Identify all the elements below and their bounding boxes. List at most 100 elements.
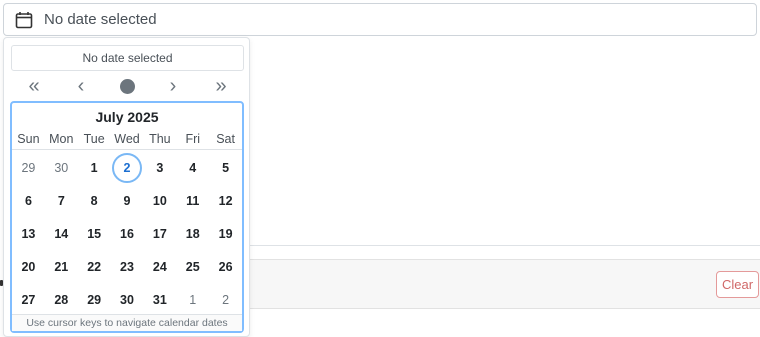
calendar-day-label: 11 — [186, 193, 200, 208]
calendar-day[interactable]: 29 — [12, 151, 45, 184]
weekday-label: Sun — [17, 132, 40, 146]
calendar-day[interactable]: 10 — [143, 184, 176, 217]
calendar-day-label: 31 — [152, 292, 167, 307]
calendar-day-label: 1 — [189, 292, 197, 307]
calendar-day-label: 30 — [54, 160, 69, 175]
current-month-button[interactable] — [112, 75, 142, 97]
calendar-day[interactable]: 2 — [209, 283, 242, 316]
calendar-day-label: 6 — [24, 193, 32, 208]
calendar-day-label: 28 — [54, 292, 69, 307]
calendar-day-label: 24 — [152, 259, 167, 274]
calendar-day[interactable]: 11 — [176, 184, 209, 217]
calendar-day-label: 26 — [218, 259, 233, 274]
calendar-day[interactable]: 15 — [78, 217, 111, 250]
calendar-day-label: 14 — [54, 226, 69, 241]
calendar-week-row: 13 14 15 16 17 18 19 — [12, 217, 242, 250]
weekday-label: Fri — [185, 132, 201, 146]
calendar-day[interactable]: 8 — [78, 184, 111, 217]
calendar-day[interactable]: 27 — [12, 283, 45, 316]
calendar-day-label: 2 — [112, 152, 142, 183]
calendar-week-row: 27 28 29 30 31 1 2 — [12, 283, 242, 316]
weekday-label: Mon — [49, 132, 74, 146]
calendar-day-label: 7 — [57, 193, 65, 208]
calendar-week-row: 29 30 1 2 3 4 5 — [12, 151, 242, 184]
calendar-day-label: 30 — [120, 292, 134, 307]
calendar-day[interactable]: 23 — [111, 250, 144, 283]
calendar-day-label: 5 — [222, 160, 230, 175]
calendar-day-label: 29 — [87, 292, 102, 307]
calendar-week-row: 6 7 8 9 10 11 12 — [12, 184, 242, 217]
calendar-day[interactable]: 26 — [209, 250, 242, 283]
calendar-day-label: 27 — [21, 292, 36, 307]
calendar-day[interactable]: 17 — [143, 217, 176, 250]
next-month-button[interactable]: › — [158, 75, 188, 97]
next-year-button[interactable]: » — [206, 75, 236, 97]
month-title: July 2025 — [95, 109, 159, 125]
calendar-day-label: 2 — [222, 292, 230, 307]
weekday-label: Tue — [83, 132, 105, 146]
calendar-day-label: 13 — [21, 226, 36, 241]
calendar-day[interactable]: 30 — [45, 151, 78, 184]
day-grid: 29 30 1 2 3 4 5 6 7 8 9 10 11 12 13 14 15 16 17 18 19 20 21 22 2… — [12, 151, 242, 316]
date-input-value: No date selected — [44, 11, 157, 28]
calendar-day-label: 18 — [185, 226, 200, 241]
datepicker-popup: No date selected « ‹ › » July 2025 Sun M… — [3, 37, 250, 337]
calendar-grid[interactable]: July 2025 Sun Mon Tue Wed Thu Fri Sat 29… — [10, 101, 244, 333]
calendar-day[interactable]: 1 — [176, 283, 209, 316]
calendar-day-label: 10 — [152, 193, 167, 208]
selected-date-display: No date selected — [11, 45, 244, 71]
calendar-day[interactable]: 12 — [209, 184, 242, 217]
prev-month-button[interactable]: ‹ — [66, 75, 96, 97]
calendar-day[interactable]: 19 — [209, 217, 242, 250]
weekday-header: Sun Mon Tue Wed Thu Fri Sat — [12, 132, 242, 150]
calendar-day-label: 19 — [218, 226, 233, 241]
calendar-day[interactable]: 21 — [45, 250, 78, 283]
calendar-day-label: 12 — [218, 193, 233, 208]
keyboard-help-text: Use cursor keys to navigate calendar dat… — [12, 314, 242, 331]
calendar-day[interactable]: 29 — [78, 283, 111, 316]
divider — [250, 245, 760, 246]
calendar-day-label: 3 — [156, 160, 164, 175]
calendar-day-label: 16 — [120, 226, 134, 241]
calendar-day-label: 9 — [123, 193, 131, 208]
calendar-day[interactable]: 4 — [176, 151, 209, 184]
calendar-day-label: 20 — [21, 259, 36, 274]
calendar-day[interactable]: 30 — [111, 283, 144, 316]
prev-year-button[interactable]: « — [19, 75, 49, 97]
clear-button[interactable]: Clear — [716, 271, 759, 298]
calendar-day-label: 29 — [21, 160, 36, 175]
calendar-day[interactable]: 16 — [111, 217, 144, 250]
calendar-day[interactable]: 18 — [176, 217, 209, 250]
calendar-day[interactable]: 13 — [12, 217, 45, 250]
calendar-day[interactable]: 5 — [209, 151, 242, 184]
calendar-day[interactable]: 14 — [45, 217, 78, 250]
calendar-icon[interactable] — [4, 11, 44, 29]
weekday-label: Wed — [114, 132, 140, 146]
calendar-day[interactable]: 25 — [176, 250, 209, 283]
calendar-day[interactable]: 28 — [45, 283, 78, 316]
calendar-day[interactable]: 24 — [143, 250, 176, 283]
calendar-day[interactable]: 1 — [78, 151, 111, 184]
calendar-day-label: 23 — [120, 259, 134, 274]
calendar-nav: « ‹ › » — [11, 75, 244, 97]
calendar-day[interactable]: 22 — [78, 250, 111, 283]
calendar-day-label: 21 — [54, 259, 69, 274]
calendar-day-today[interactable]: 2 — [111, 151, 144, 184]
form-footer — [250, 259, 760, 309]
calendar-week-row: 20 21 22 23 24 25 26 — [12, 250, 242, 283]
calendar-day[interactable]: 9 — [111, 184, 144, 217]
calendar-day-label: 4 — [189, 160, 197, 175]
weekday-label: Sat — [216, 132, 235, 146]
calendar-day-label: 1 — [90, 160, 98, 175]
calendar-day[interactable]: 20 — [12, 250, 45, 283]
calendar-day-label: 8 — [90, 193, 98, 208]
calendar-day[interactable]: 31 — [143, 283, 176, 316]
date-input[interactable]: No date selected — [3, 3, 757, 36]
calendar-day[interactable]: 7 — [45, 184, 78, 217]
calendar-day-label: 17 — [152, 226, 167, 241]
calendar-day[interactable]: 3 — [143, 151, 176, 184]
circle-icon — [119, 78, 135, 94]
calendar-day-label: 22 — [87, 259, 102, 274]
calendar-day[interactable]: 6 — [12, 184, 45, 217]
weekday-label: Thu — [149, 132, 171, 146]
